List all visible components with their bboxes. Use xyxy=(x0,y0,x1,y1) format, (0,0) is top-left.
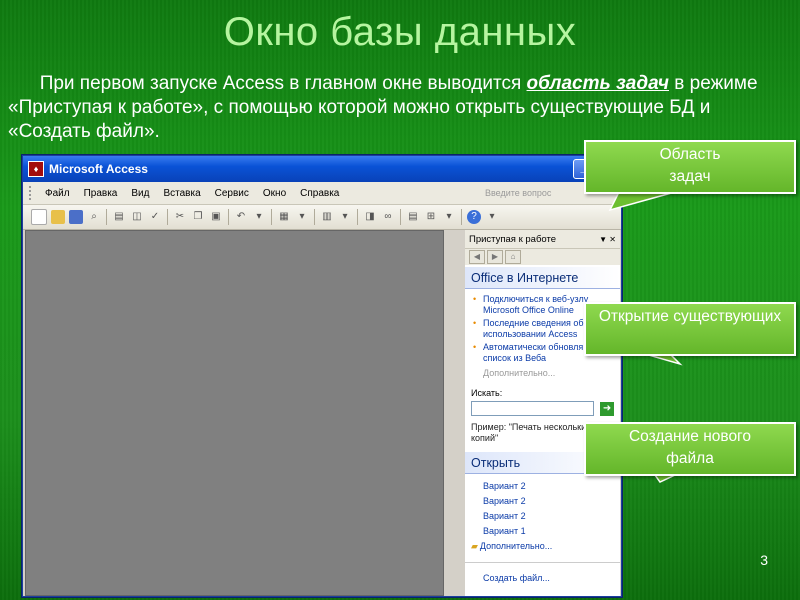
script-editor-icon[interactable]: ∞ xyxy=(381,210,395,224)
paste-icon[interactable]: ▣ xyxy=(209,210,223,224)
page-number: 3 xyxy=(760,552,768,568)
bullet-icon: • xyxy=(473,342,477,352)
task-pane-header[interactable]: Приступая к работе ▼ ✕ xyxy=(465,230,620,249)
open-item[interactable]: Вариант 2 xyxy=(465,493,620,508)
menu-view[interactable]: Вид xyxy=(124,188,156,199)
callout-create-new-text: Создание нового файла xyxy=(628,428,751,467)
spelling-icon[interactable]: ✓ xyxy=(148,210,162,224)
callout-open-existing-text: Открытие существующих xyxy=(598,308,782,325)
callout-create-new: Создание нового файла xyxy=(584,422,796,476)
undo-icon[interactable]: ↶ xyxy=(234,210,248,224)
open-item[interactable]: Вариант 2 xyxy=(465,508,620,523)
toolbar-separator xyxy=(400,209,401,225)
menu-grip xyxy=(29,186,34,200)
help-icon[interactable]: ? xyxy=(467,210,481,224)
callout-task-area: Область задач xyxy=(584,140,796,194)
link-text: Подключиться к веб-узлу Microsoft Office… xyxy=(483,294,589,315)
cut-icon[interactable]: ✂ xyxy=(173,210,187,224)
title-bar: ♦ Microsoft Access _ □ xyxy=(23,156,621,182)
intro-text: При первом запуске Access в главном окне… xyxy=(8,72,798,144)
analyze-icon[interactable]: ▥ xyxy=(320,210,334,224)
new-object-icon[interactable]: ▾ xyxy=(442,210,456,224)
slide-title: Окно базы данных xyxy=(223,10,577,54)
print-icon[interactable]: ▤ xyxy=(112,210,126,224)
new-icon[interactable] xyxy=(31,209,47,225)
search-input[interactable] xyxy=(471,401,595,416)
toolbar-separator xyxy=(357,209,358,225)
access-window: ♦ Microsoft Access _ □ Файл Правка Вид В… xyxy=(22,155,622,597)
section-office-online: Office в Интернете xyxy=(465,267,620,289)
pane-divider xyxy=(465,562,620,563)
open-folder-icon[interactable] xyxy=(51,210,65,224)
file-search-icon[interactable]: ⌕ xyxy=(87,210,101,224)
relationships-icon[interactable]: ⊞ xyxy=(424,210,438,224)
menu-file[interactable]: Файл xyxy=(38,188,77,199)
home-icon[interactable]: ⌂ xyxy=(505,250,521,264)
forward-icon[interactable]: ▶ xyxy=(487,250,503,264)
print-preview-icon[interactable]: ◫ xyxy=(130,210,144,224)
menu-bar: Файл Правка Вид Вставка Сервис Окно Спра… xyxy=(23,182,621,205)
toolbar-separator xyxy=(106,209,107,225)
toolbar-separator xyxy=(314,209,315,225)
undo-dropdown-icon[interactable]: ▾ xyxy=(252,210,266,224)
bullet-icon: • xyxy=(473,318,477,328)
link-text: Последние сведения об использовании Acce… xyxy=(483,318,584,339)
toolbar-separator xyxy=(167,209,168,225)
code-icon[interactable]: ◨ xyxy=(363,210,377,224)
ask-question-box[interactable]: Введите вопрос xyxy=(485,188,571,198)
search-label: Искать: xyxy=(471,388,503,398)
create-file-link[interactable]: Создать файл... xyxy=(465,569,620,585)
go-arrow-icon[interactable]: ➜ xyxy=(600,401,614,416)
chevron-down-icon[interactable]: ▼ ✕ xyxy=(599,235,616,244)
menu-help[interactable]: Справка xyxy=(293,188,346,199)
intro-emphasis: область задач xyxy=(526,73,670,94)
callout-task-area-text: Область задач xyxy=(659,146,721,185)
save-icon[interactable] xyxy=(69,210,83,224)
analyze-dropdown-icon[interactable]: ▾ xyxy=(338,210,352,224)
toolbar-separator xyxy=(228,209,229,225)
copy-icon[interactable]: ❐ xyxy=(191,210,205,224)
intro-part1: При первом запуске Access в главном окне… xyxy=(39,73,527,94)
menu-edit[interactable]: Правка xyxy=(77,188,125,199)
access-key-icon: ♦ xyxy=(28,161,44,177)
callout-open-existing: Открытие существующих xyxy=(584,302,796,356)
bullet-icon: • xyxy=(473,294,477,304)
toolbar-separator xyxy=(461,209,462,225)
task-pane: Приступая к работе ▼ ✕ ◀ ▶ ⌂ Office в Ин… xyxy=(465,230,620,596)
properties-icon[interactable]: ▤ xyxy=(406,210,420,224)
window-title: Microsoft Access xyxy=(49,162,148,176)
toolbar-options-icon[interactable]: ▾ xyxy=(485,210,499,224)
open-item[interactable]: Вариант 1 xyxy=(465,523,620,538)
open-item[interactable]: Вариант 2 xyxy=(465,478,620,493)
toolbar-separator xyxy=(271,209,272,225)
task-pane-nav: ◀ ▶ ⌂ xyxy=(465,249,620,265)
office-links-dropdown-icon[interactable]: ▾ xyxy=(295,210,309,224)
menu-window[interactable]: Окно xyxy=(256,188,293,199)
menu-insert[interactable]: Вставка xyxy=(156,188,207,199)
task-pane-title: Приступая к работе xyxy=(469,233,556,245)
open-more-link[interactable]: ▰ Дополнительно... xyxy=(465,538,620,554)
folder-icon: ▰ xyxy=(471,541,478,551)
back-icon[interactable]: ◀ xyxy=(469,250,485,264)
standard-toolbar: ⌕ ▤ ◫ ✓ ✂ ❐ ▣ ↶ ▾ ▦ ▾ ▥ ▾ ◨ ∞ ▤ ⊞ ▾ ? ▾ xyxy=(23,205,621,230)
open-more-text: Дополнительно... xyxy=(479,541,553,551)
workspace-area xyxy=(25,230,444,596)
office-links-icon[interactable]: ▦ xyxy=(277,210,291,224)
menu-tools[interactable]: Сервис xyxy=(208,188,256,199)
